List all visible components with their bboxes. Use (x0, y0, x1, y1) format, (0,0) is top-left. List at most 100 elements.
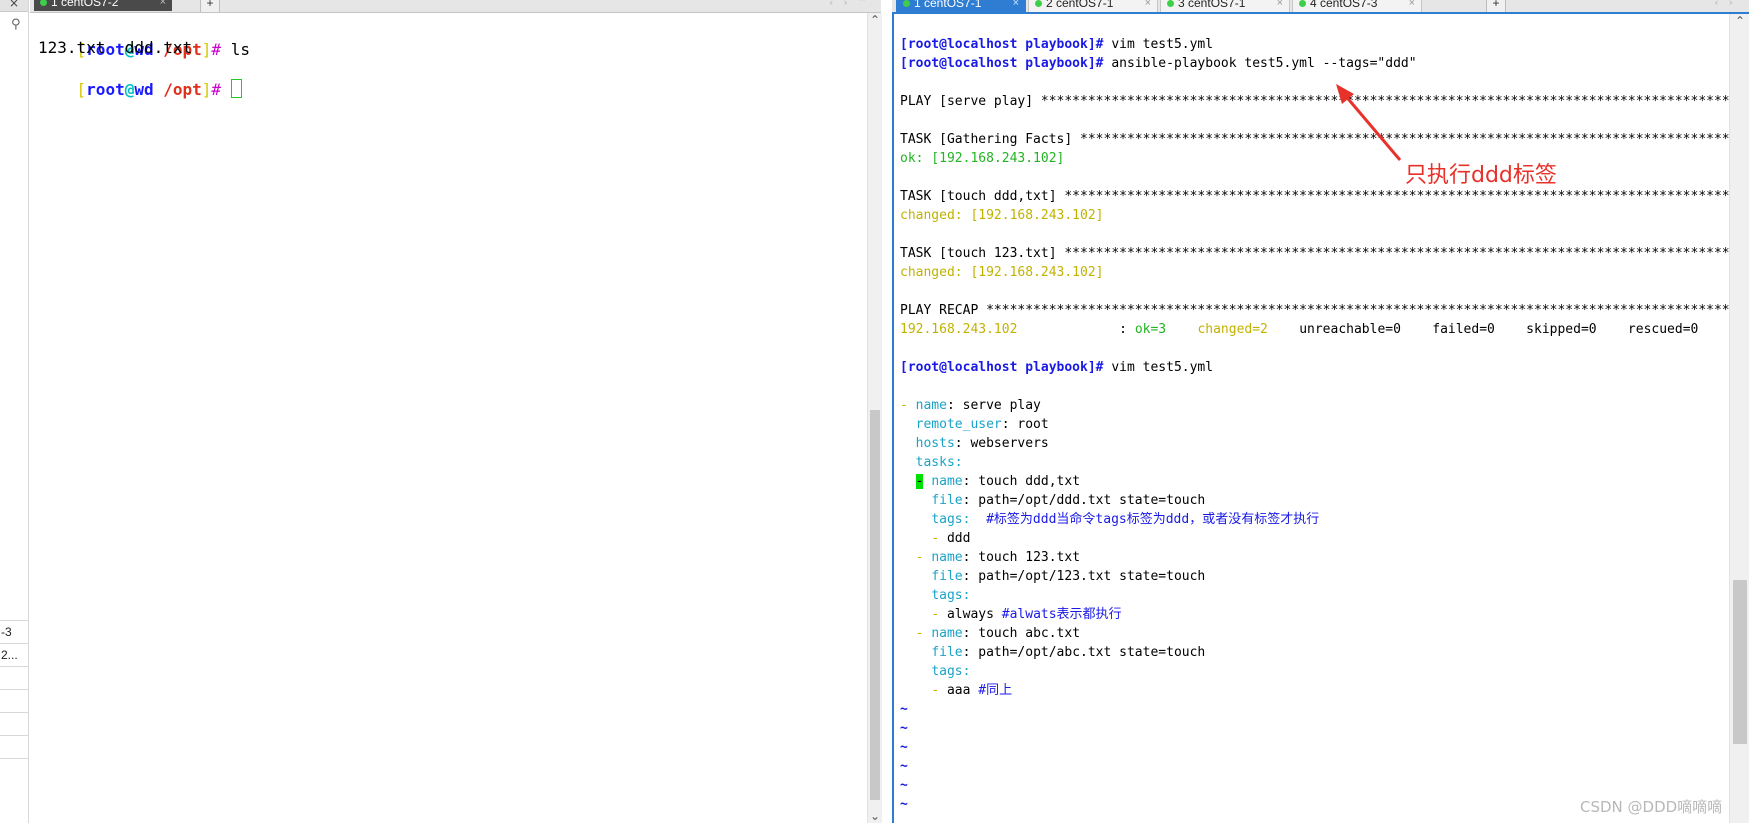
vim-empty-line: ~ (900, 797, 908, 812)
session-list-item[interactable] (0, 735, 28, 758)
yaml-dash: - (915, 550, 932, 565)
vim-empty-line: ~ (900, 702, 908, 717)
left-side-panel: × ⚲ -3 2... (0, 0, 29, 823)
yaml-comment: #alwats表示都执行 (1001, 607, 1122, 622)
command-text: ansible-playbook test5.yml --tags="ddd" (1103, 56, 1417, 71)
tab-label: 2 centOS7-1 (1046, 0, 1114, 10)
prompt-hash: # (211, 80, 222, 99)
annotation-arrow-icon (1336, 84, 1402, 161)
left-terminal[interactable]: [root@wd /opt]# ls 123.txt ddd.txt [root… (30, 13, 866, 823)
scroll-up-arrow-icon[interactable]: ⌃ (1730, 14, 1749, 28)
tab-close-icon[interactable]: × (160, 0, 166, 10)
scrollbar-thumb[interactable] (870, 410, 880, 800)
session-list-item[interactable] (0, 666, 28, 689)
yaml-value: : touch 123.txt (962, 550, 1081, 565)
close-icon[interactable]: × (9, 0, 19, 10)
yaml-dash: - (931, 607, 940, 622)
scrollbar-thumb[interactable] (1733, 580, 1747, 744)
recap-changed: changed=2 (1197, 322, 1268, 337)
yaml-key: name (931, 626, 963, 641)
tab-centos7-1-2[interactable]: 2 centOS7-1 × (1028, 0, 1158, 12)
session-list-item[interactable] (0, 712, 28, 735)
search-icon[interactable]: ⚲ (11, 17, 21, 32)
task-header-line: TASK [touch ddd,txt] *******************… (900, 189, 1749, 204)
yaml-line: - ddd (900, 529, 970, 548)
yaml-key: tasks (915, 455, 955, 470)
tab-close-icon[interactable]: × (1409, 0, 1415, 11)
yaml-line: - name: serve play (900, 396, 1041, 415)
terminal-line: [root@localhost playbook]# vim test5.yml (900, 35, 1213, 54)
task-result-line: ok: [192.168.243.102] (900, 151, 1065, 166)
right-terminal[interactable]: [root@localhost playbook]# vim test5.yml… (892, 14, 1749, 823)
tab-label: 4 centOS7-3 (1310, 0, 1378, 10)
new-tab-button[interactable]: + (1486, 0, 1506, 12)
connected-status-icon (40, 0, 47, 6)
scroll-up-arrow-icon[interactable]: ⌃ (868, 13, 882, 27)
tab-label: 3 centOS7-1 (1178, 0, 1246, 10)
left-terminal-scrollbar[interactable]: ⌃ ⌄ (867, 13, 882, 823)
yaml-key: name (931, 474, 963, 489)
yaml-value: : path=/opt/abc.txt state=touch (962, 645, 1206, 660)
prompt: [root@localhost playbook]# (900, 37, 1104, 52)
yaml-key: name (915, 398, 947, 413)
session-list-item[interactable]: -3 (0, 620, 28, 643)
tab-centos7-1-active[interactable]: 1 centOS7-1 × (896, 0, 1026, 12)
yaml-dash: - (931, 683, 940, 698)
tab-close-icon[interactable]: × (1145, 0, 1151, 11)
terminal-line: [root@localhost playbook]# vim test5.yml (900, 358, 1213, 377)
terminal-output-line: 123.txt ddd.txt (38, 38, 193, 57)
command-text (221, 80, 231, 99)
tab-close-icon[interactable]: × (1277, 0, 1283, 11)
connected-status-icon (1035, 0, 1042, 7)
recap-ok: ok=3 (1134, 322, 1167, 337)
yaml-dash: - (915, 626, 932, 641)
prompt: [root@localhost playbook]# (900, 56, 1104, 71)
new-tab-button[interactable]: + (200, 0, 220, 12)
yaml-value: : root (1001, 417, 1049, 432)
yaml-line: tags: (900, 662, 970, 681)
tab-centos7-1-3[interactable]: 3 centOS7-1 × (1160, 0, 1290, 12)
yaml-key: file (931, 493, 963, 508)
yaml-key: name (931, 550, 963, 565)
recap-host: 192.168.243.102 (900, 322, 1018, 337)
tab-centos7-3[interactable]: 4 centOS7-3 × (1292, 0, 1422, 12)
yaml-line: tasks: (900, 453, 963, 472)
watermark: CSDN @DDD嘀嘀嘀 (1580, 798, 1723, 816)
vim-empty-line: ~ (900, 759, 908, 774)
right-terminal-scrollbar[interactable]: ⌃ (1729, 14, 1749, 823)
prompt-bracket: [ (76, 80, 87, 99)
yaml-line: remote_user: root (900, 415, 1049, 434)
yaml-line: file: path=/opt/abc.txt state=touch (900, 643, 1205, 662)
tab-close-icon[interactable]: × (1013, 0, 1019, 11)
scroll-down-arrow-icon[interactable]: ⌄ (868, 809, 882, 823)
tab-scroll-arrows-icon[interactable]: ‹› (1714, 0, 1743, 9)
terminal-line: [root@localhost playbook]# ansible-playb… (900, 54, 1417, 73)
tab-centos7-2[interactable]: 1 centOS7-2 × (34, 0, 172, 11)
play-header-line: PLAY [serve play] **********************… (900, 94, 1749, 109)
tab-scroll-arrows-icon[interactable]: ‹›⌃ (829, 0, 877, 9)
connected-status-icon (903, 0, 910, 7)
yaml-colon: : (962, 664, 971, 679)
yaml-line: file: path=/opt/123.txt state=touch (900, 567, 1205, 586)
session-list-item[interactable] (0, 758, 28, 781)
session-list-item[interactable]: 2... (0, 643, 28, 666)
command-text: vim test5.yml (1103, 360, 1214, 375)
yaml-colon: : (962, 588, 971, 603)
vim-empty-line: ~ (900, 721, 908, 736)
session-list-item[interactable] (0, 689, 28, 712)
yaml-key: tags (931, 588, 963, 603)
yaml-line: hosts: webservers (900, 434, 1049, 453)
yaml-line: tags: (900, 586, 970, 605)
vim-empty-line: ~ (900, 740, 908, 755)
connected-status-icon (1299, 0, 1306, 7)
yaml-line: - name: touch abc.txt (900, 624, 1080, 643)
